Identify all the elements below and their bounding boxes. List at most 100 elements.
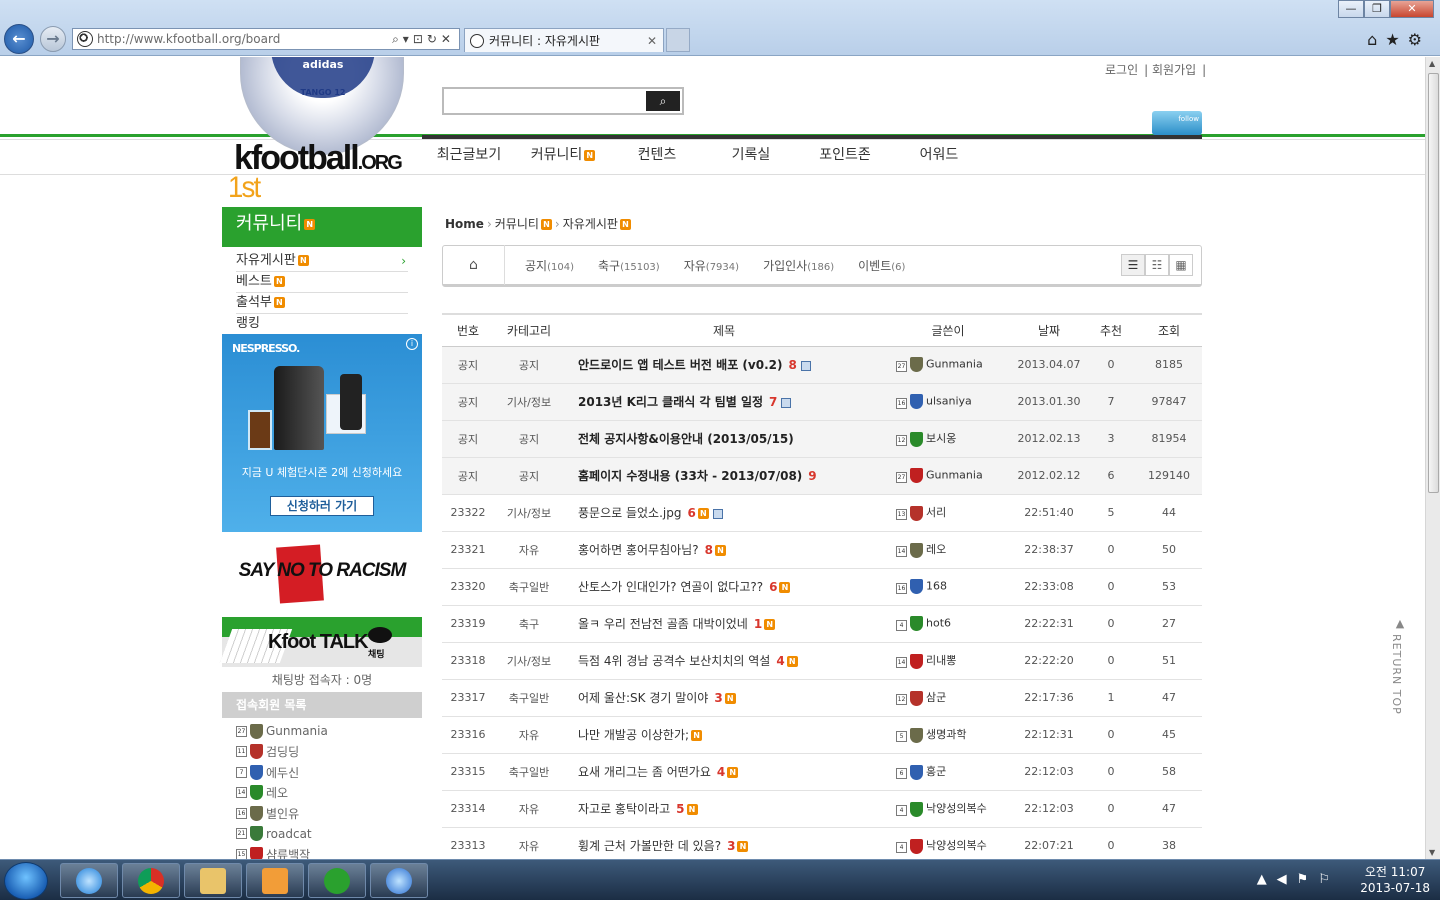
post-title-cell[interactable]: 올ㅋ 우리 전남전 골좀 대박이었네 1 N [564, 605, 884, 643]
author-name[interactable]: 삼군 [926, 691, 946, 704]
search-box[interactable]: ⌕ [442, 87, 684, 115]
post-author-cell[interactable]: 14 리내뽕 [884, 642, 1012, 680]
author-name[interactable]: ulsaniya [926, 395, 972, 408]
browser-tab[interactable]: 커뮤니티 : 자유게시판 ✕ [464, 28, 664, 52]
post-title-cell[interactable]: 안드로이드 앱 테스트 버전 배포 (v0.2) 8 [564, 346, 884, 384]
post-author-cell[interactable]: 4 낙양성의복수 [884, 790, 1012, 828]
post-title-cell[interactable]: 어제 울산:SK 경기 말이야 3 N [564, 679, 884, 717]
login-link[interactable]: 로그인 [1105, 63, 1138, 77]
table-row[interactable]: 23317 축구일반 어제 울산:SK 경기 말이야 3 N 12 삼군 22:17:36 1 4… [442, 679, 1202, 717]
table-row[interactable]: 23315 축구일반 요새 개리그는 좀 어떤가요 4 N 6 홍군 22:12:03 0 58 [442, 753, 1202, 791]
table-row[interactable]: 23322 기사/정보 풍문으로 들었소.jpg 6 N 13 서리 22:51:40 5 44 [442, 494, 1202, 532]
post-author-cell[interactable]: 16 168 [884, 568, 1012, 606]
post-author-cell[interactable]: 6 홍군 [884, 753, 1012, 791]
post-title-link[interactable]: 2013년 K리그 클래식 각 팀별 일정 [578, 395, 763, 409]
gnb-item[interactable]: 포인트존 [798, 139, 892, 175]
author-name[interactable]: Gunmania [926, 358, 983, 371]
maximize-button[interactable]: ❐ [1364, 0, 1390, 18]
breadcrumb-home[interactable]: Home [445, 217, 484, 231]
post-title-cell[interactable]: 득점 4위 경남 공격수 보산치치의 역설 4 N [564, 642, 884, 680]
post-author-cell[interactable]: 5 생명과학 [884, 716, 1012, 754]
post-title-link[interactable]: 전체 공지사항&이용안내 (2013/05/15) [578, 432, 794, 446]
sidebar-item[interactable]: 랭킹 [236, 314, 408, 335]
post-title-link[interactable]: 풍문으로 들었소.jpg [578, 506, 681, 520]
nespresso-ad[interactable]: NESPRESSO. i 지금 U 체험단시즌 2에 신청하세요 신청하러 가기 [222, 334, 422, 532]
post-title-cell[interactable]: 나만 개발공 이상한가; N [564, 716, 884, 754]
return-top-button[interactable]: ▲ RETURN TOP [1390, 617, 1410, 715]
join-link[interactable]: 회원가입 [1152, 63, 1196, 77]
category-tab[interactable]: 자유(7934) [684, 257, 739, 274]
ad-cta-button[interactable]: 신청하러 가기 [270, 496, 374, 516]
member-item[interactable]: 14 레오 [236, 783, 422, 804]
media-taskbar-button[interactable] [246, 863, 304, 898]
post-author-cell[interactable]: 27 Gunmania [884, 346, 1012, 384]
member-item[interactable]: 11 검딩딩 [236, 742, 422, 763]
explorer-taskbar-button[interactable] [184, 863, 242, 898]
post-author-cell[interactable]: 14 레오 [884, 531, 1012, 569]
author-name[interactable]: 낙양성의복수 [926, 839, 987, 852]
post-title-cell[interactable]: 요새 개리그는 좀 어떤가요 4 N [564, 753, 884, 791]
post-title-cell[interactable]: 산토스가 인대인가? 연골이 없다고?? 6 N [564, 568, 884, 606]
author-name[interactable]: 168 [926, 580, 947, 593]
author-name[interactable]: 레오 [926, 543, 946, 556]
home-favorites-settings-icons[interactable]: ⌂★⚙ [1367, 30, 1430, 49]
home-icon[interactable]: ⌂ [443, 245, 505, 285]
post-title-link[interactable]: 홈페이지 수정내용 (33차 - 2013/07/08) [578, 469, 802, 483]
webzine-view-icon[interactable]: ☷ [1145, 254, 1169, 276]
list-view-icon[interactable]: ☰ [1121, 254, 1145, 276]
ie-taskbar-button[interactable] [60, 863, 118, 898]
start-button[interactable] [4, 862, 48, 900]
taskbar-clock[interactable]: 오전 11:07 2013-07-18 [1360, 864, 1430, 896]
gnb-item[interactable]: 컨텐츠 [610, 139, 704, 175]
sidebar-item[interactable]: 자유게시판 N › [236, 251, 408, 272]
post-author-cell[interactable]: 16 ulsaniya [884, 383, 1012, 421]
post-title-cell[interactable]: 2013년 K리그 클래식 각 팀별 일정 7 [564, 383, 884, 421]
address-bar[interactable]: http://www.kfootball.org/board ⌕▾⊡↻✕ [72, 28, 460, 50]
minimize-button[interactable]: — [1338, 0, 1364, 18]
scroll-up-icon[interactable]: ▲ [1429, 59, 1435, 68]
table-row[interactable]: 23321 자유 홍어하면 홍어무침아님? 8 N 14 레오 22:38:37 0 50 [442, 531, 1202, 569]
member-item[interactable]: 16 별인유 [236, 803, 422, 824]
tab-close-icon[interactable]: ✕ [647, 34, 657, 48]
member-item[interactable]: 27 Gunmania [236, 721, 422, 742]
table-row[interactable]: 공지 공지 전체 공지사항&이용안내 (2013/05/15) 12 보시옹 2012.0… [442, 420, 1202, 458]
post-title-link[interactable]: 득점 4위 경남 공격수 보산치치의 역설 [578, 654, 770, 668]
category-tab[interactable]: 이벤트(6) [858, 257, 905, 274]
post-title-link[interactable]: 어제 울산:SK 경기 말이야 [578, 691, 708, 705]
post-title-cell[interactable]: 전체 공지사항&이용안내 (2013/05/15) [564, 420, 884, 458]
twitter-follow-button[interactable]: follow [1152, 111, 1202, 135]
author-name[interactable]: 보시옹 [926, 432, 956, 445]
gnb-item[interactable]: 어워드 [892, 139, 986, 175]
sidebar-item[interactable]: 베스트 N [236, 272, 408, 293]
forward-button[interactable]: → [40, 26, 66, 52]
table-row[interactable]: 23316 자유 나만 개발공 이상한가; N 5 생명과학 22:12:31 0 45 [442, 716, 1202, 754]
post-title-link[interactable]: 올ㅋ 우리 전남전 골좀 대박이었네 [578, 617, 748, 631]
member-item[interactable]: 21 roadcat [236, 824, 422, 845]
system-tray-icons[interactable]: ▲◀⚑⚐ [1257, 872, 1340, 887]
sidebar-item[interactable]: 출석부 N [236, 293, 408, 314]
close-button[interactable]: ✕ [1390, 0, 1434, 18]
table-row[interactable]: 23319 축구 올ㅋ 우리 전남전 골좀 대박이었네 1 N 4 hot6 22:22:31… [442, 605, 1202, 643]
table-row[interactable]: 23318 기사/정보 득점 4위 경남 공격수 보산치치의 역설 4 N 14 리내뽕 22… [442, 642, 1202, 680]
post-author-cell[interactable]: 4 낙양성의복수 [884, 827, 1012, 859]
author-name[interactable]: 생명과학 [926, 728, 966, 741]
post-title-link[interactable]: 휭계 근처 가볼만한 데 있음? [578, 839, 721, 853]
post-author-cell[interactable]: 27 Gunmania [884, 457, 1012, 495]
member-item[interactable]: 15 샴류백작 [236, 844, 422, 859]
itunes-taskbar-button[interactable] [370, 863, 428, 898]
address-url[interactable]: http://www.kfootball.org/board [97, 32, 392, 46]
chrome-taskbar-button[interactable] [122, 863, 180, 898]
member-item[interactable]: 7 에두신 [236, 762, 422, 783]
post-title-cell[interactable]: 자고로 홍탁이라고 5 N [564, 790, 884, 828]
category-tab[interactable]: 축구(15103) [598, 257, 660, 274]
author-name[interactable]: 리내뽕 [926, 654, 956, 667]
post-title-link[interactable]: 홍어하면 홍어무침아님? [578, 543, 699, 557]
post-title-cell[interactable]: 홈페이지 수정내용 (33차 - 2013/07/08) 9 [564, 457, 884, 495]
table-row[interactable]: 공지 공지 홈페이지 수정내용 (33차 - 2013/07/08) 9 27 Gunma… [442, 457, 1202, 495]
scrollbar-thumb[interactable] [1428, 73, 1439, 493]
post-title-link[interactable]: 나만 개발공 이상한가; [578, 728, 689, 742]
post-title-cell[interactable]: 풍문으로 들었소.jpg 6 N [564, 494, 884, 532]
breadcrumb-community[interactable]: 커뮤니티 [495, 217, 539, 231]
say-no-to-racism-banner[interactable]: SAY NO TO RACISM [222, 532, 422, 620]
post-author-cell[interactable]: 4 hot6 [884, 605, 1012, 643]
